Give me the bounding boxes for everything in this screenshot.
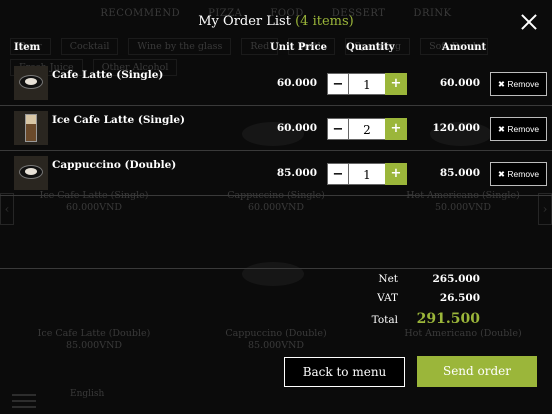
quantity-value[interactable]: 1 xyxy=(349,73,385,95)
bg-product-card: Ice Cafe Latte (Double) 85.000VND xyxy=(14,328,174,352)
background-bottom-bar: English xyxy=(0,384,552,414)
increase-quantity-button[interactable]: + xyxy=(385,73,407,95)
bg-subcategory: Cocktail xyxy=(60,38,119,55)
product-image xyxy=(14,66,48,100)
bg-product-image xyxy=(242,262,304,286)
quantity-stepper: − 2 + xyxy=(327,118,407,140)
divider xyxy=(0,268,552,269)
product-image xyxy=(14,156,48,190)
bg-product-name: Cappuccino (Double) xyxy=(225,328,327,339)
item-count: (4 items) xyxy=(295,14,354,29)
bg-product-price: 60.000VND xyxy=(65,202,123,213)
order-row: Cafe Latte (Single) 60.000 − 1 + 60.000 … xyxy=(0,61,552,106)
remove-button[interactable]: ✖ Remove xyxy=(490,117,547,141)
bg-product-name: Ice Cafe Latte (Double) xyxy=(37,328,151,339)
remove-button[interactable]: ✖ Remove xyxy=(490,162,547,186)
order-amount: 60.000 xyxy=(439,77,480,89)
bg-product-price: 50.000VND xyxy=(434,202,492,213)
bg-left-arrow-icon: ‹ xyxy=(0,193,14,225)
order-item-name: Cafe Latte (Single) xyxy=(52,69,164,81)
bg-product-price: 60.000VND xyxy=(247,202,305,213)
close-icon[interactable] xyxy=(520,13,538,31)
order-amount: 120.000 xyxy=(432,122,481,134)
column-header-item: Item xyxy=(14,42,41,53)
total-label: Total xyxy=(371,314,398,326)
quantity-value[interactable]: 1 xyxy=(349,163,385,185)
title-text: My Order List xyxy=(198,14,291,29)
page-title: My Order List (4 items) xyxy=(0,14,552,29)
net-value: 265.000 xyxy=(432,273,481,285)
remove-button[interactable]: ✖ Remove xyxy=(490,72,547,96)
decrease-quantity-button[interactable]: − xyxy=(327,73,349,95)
bg-menu-icon xyxy=(12,390,36,412)
bg-subcategory: Wine by the glass xyxy=(128,38,232,55)
vat-label: VAT xyxy=(377,292,398,304)
bg-product-price: 85.000VND xyxy=(247,340,305,351)
column-header-unit-price: Unit Price xyxy=(270,42,327,53)
bg-product-price: 85.000VND xyxy=(65,340,123,351)
product-image xyxy=(14,111,48,145)
quantity-value[interactable]: 2 xyxy=(349,118,385,140)
back-to-menu-button[interactable]: Back to menu xyxy=(284,357,405,387)
order-row: Cappuccino (Double) 85.000 − 1 + 85.000 … xyxy=(0,151,552,196)
bg-language-label: English xyxy=(70,389,105,399)
quantity-stepper: − 1 + xyxy=(327,73,407,95)
quantity-stepper: − 1 + xyxy=(327,163,407,185)
order-amount: 85.000 xyxy=(439,167,480,179)
order-unit-price: 85.000 xyxy=(276,167,317,179)
order-row: Ice Cafe Latte (Single) 60.000 − 2 + 120… xyxy=(0,106,552,151)
net-label: Net xyxy=(378,273,398,285)
column-header-amount: Amount xyxy=(442,42,487,53)
bg-product-card: Hot Americano (Double) xyxy=(383,328,543,340)
decrease-quantity-button[interactable]: − xyxy=(327,118,349,140)
decrease-quantity-button[interactable]: − xyxy=(327,163,349,185)
order-item-name: Ice Cafe Latte (Single) xyxy=(52,114,186,126)
order-unit-price: 60.000 xyxy=(276,77,317,89)
total-value: 291.500 xyxy=(416,311,480,327)
increase-quantity-button[interactable]: + xyxy=(385,163,407,185)
bg-product-card: Cappuccino (Double) 85.000VND xyxy=(196,328,356,352)
vat-value: 26.500 xyxy=(439,292,480,304)
increase-quantity-button[interactable]: + xyxy=(385,118,407,140)
order-unit-price: 60.000 xyxy=(276,122,317,134)
column-header-quantity: Quantity xyxy=(346,42,395,53)
bg-product-name: Hot Americano (Double) xyxy=(404,328,522,339)
send-order-button[interactable]: Send order xyxy=(417,356,537,387)
order-item-name: Cappuccino (Double) xyxy=(52,159,177,171)
